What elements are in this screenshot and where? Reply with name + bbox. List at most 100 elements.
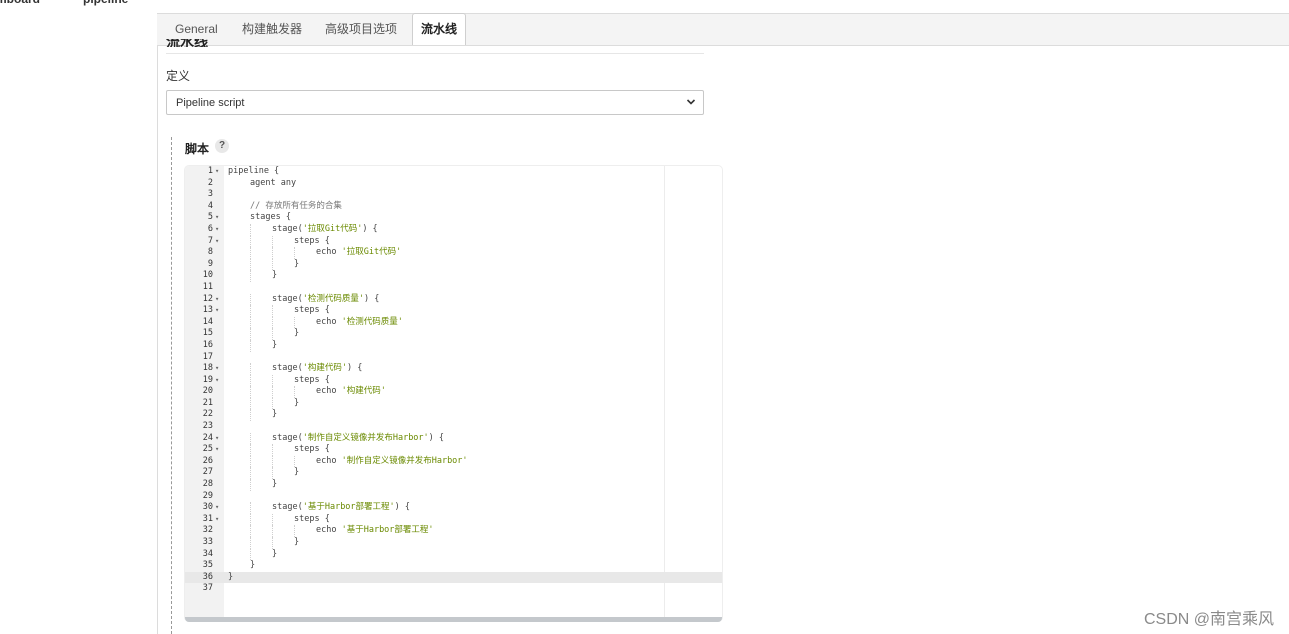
line-number: 12: [202, 293, 213, 304]
fold-toggle-icon[interactable]: ▾: [215, 212, 223, 224]
line-text: pipeline {: [228, 166, 279, 178]
code-line: 2 agent any: [185, 178, 722, 190]
code-token: echo: [316, 316, 342, 327]
fold-toggle-icon[interactable]: ▾: [215, 363, 223, 375]
line-number: 6: [207, 223, 213, 234]
help-icon[interactable]: ?: [215, 139, 229, 153]
code-line: 19 ▾ steps {: [185, 374, 722, 387]
code-line: 12 ▾ stage('检测代码质量') {: [185, 293, 722, 306]
fold-toggle-icon[interactable]: ▾: [215, 502, 223, 514]
code-token: }: [272, 339, 278, 350]
line-number: 37: [202, 583, 213, 594]
indent-guide: [250, 432, 251, 445]
breadcrumb: mboard pipeline: [0, 0, 1289, 6]
line-text: stage('拉取Git代码') {: [272, 224, 378, 236]
string-token: '基于Harbor部署工程': [341, 525, 434, 536]
indent-guide: [272, 258, 273, 271]
line-number: 10: [202, 270, 213, 281]
code-token: agent any: [250, 177, 297, 188]
fold-toggle-icon[interactable]: ▾: [215, 236, 223, 248]
indent-guide: [294, 455, 295, 468]
line-number: 20: [202, 386, 213, 397]
code-line: 11: [185, 282, 722, 294]
line-number: 3: [207, 189, 213, 200]
code-token: }: [272, 548, 278, 559]
fold-toggle-icon[interactable]: ▾: [215, 224, 223, 236]
section-title: 流水线: [166, 39, 208, 47]
line-number: 19: [202, 374, 213, 385]
line-number: 34: [202, 548, 213, 559]
code-token: ) {: [428, 432, 445, 443]
code-line: 30 ▾ stage('基于Harbor部署工程') {: [185, 502, 722, 514]
fold-toggle-icon[interactable]: ▾: [215, 166, 223, 178]
code-line: 28}: [185, 479, 722, 491]
indent-guide: [250, 397, 251, 410]
tab-build-triggers[interactable]: 构建触发器: [242, 14, 302, 45]
line-text: steps {: [294, 305, 330, 317]
line-number: 35: [202, 560, 213, 571]
code-token: echo: [316, 247, 342, 258]
indent-guide: [250, 258, 251, 271]
string-token: '制作自定义镜像并发布Harbor': [302, 432, 429, 443]
line-text: stages {: [250, 212, 291, 224]
fold-toggle-icon[interactable]: ▾: [215, 514, 223, 526]
code-line: 16}: [185, 339, 722, 352]
breadcrumb-pipeline[interactable]: pipeline: [83, 0, 128, 6]
indent-guide: [272, 247, 273, 259]
indent-guide: [272, 444, 273, 456]
line-number: 28: [202, 479, 213, 490]
indent-guide: [272, 328, 273, 340]
line-text: echo '制作自定义镜像并发布Harbor': [316, 456, 468, 468]
indent-guide: [294, 247, 295, 259]
code-line: 35}: [185, 560, 722, 572]
line-text: steps {: [294, 514, 330, 526]
code-line: 17: [185, 352, 722, 364]
code-line: 18 ▾ stage('构建代码') {: [185, 363, 722, 375]
chevron-down-icon: [686, 99, 696, 105]
line-number: 8: [207, 247, 213, 258]
code-line: 20 echo '构建代码': [185, 386, 722, 398]
editor-code-area[interactable]: 1 ▾ pipeline {2 agent any 3 4// 存放所有任务的合集 5 ▾ st…: [185, 166, 722, 595]
indent-guide: [294, 316, 295, 329]
line-text: steps {: [294, 236, 330, 248]
indent-guide: [272, 316, 273, 329]
line-number: 22: [202, 409, 213, 420]
indent-guide: [250, 479, 251, 491]
code-line: 24 ▾ stage('制作自定义镜像并发布Harbor') {: [185, 432, 722, 445]
line-number: 24: [202, 432, 213, 443]
breadcrumb-dashboard[interactable]: mboard: [0, 0, 40, 6]
fold-toggle-icon[interactable]: ▾: [215, 433, 223, 445]
code-line: 26 echo '制作自定义镜像并发布Harbor': [185, 455, 722, 468]
indent-guide: [250, 328, 251, 340]
definition-select[interactable]: Pipeline script: [166, 90, 704, 115]
line-text: }: [272, 549, 277, 561]
line-text: echo '检测代码质量': [316, 317, 403, 329]
definition-selected-value: Pipeline script: [176, 97, 245, 109]
line-text: }: [294, 467, 299, 479]
code-token: ) {: [346, 363, 363, 374]
line-text: echo '拉取Git代码': [316, 247, 401, 259]
fold-toggle-icon[interactable]: ▾: [215, 305, 223, 317]
code-token: pipeline {: [228, 166, 280, 176]
line-text: }: [250, 560, 255, 572]
script-editor[interactable]: 1 ▾ pipeline {2 agent any 3 4// 存放所有任务的合集 5 ▾ st…: [185, 166, 722, 621]
fold-toggle-icon[interactable]: ▾: [215, 375, 223, 387]
code-token: steps {: [294, 374, 330, 385]
tab-advanced-options[interactable]: 高级项目选项: [325, 14, 397, 45]
line-text: agent any: [250, 178, 296, 190]
fold-toggle-icon[interactable]: ▾: [215, 294, 223, 306]
line-number: 27: [202, 467, 213, 478]
code-line: 23: [185, 421, 722, 433]
indent-guide: [250, 386, 251, 398]
code-line: 8 echo '拉取Git代码': [185, 247, 722, 259]
fold-toggle-icon[interactable]: ▾: [215, 444, 223, 456]
indent-guide: [272, 537, 273, 549]
code-token: steps {: [294, 513, 330, 524]
tab-pipeline[interactable]: 流水线: [412, 13, 466, 45]
code-line: 32 echo '基于Harbor部署工程': [185, 525, 722, 537]
editor-horizontal-scrollbar[interactable]: [185, 617, 722, 622]
content-left-border: [157, 13, 158, 634]
code-line: 3: [185, 189, 722, 201]
line-text: }: [294, 537, 299, 549]
line-number: 31: [202, 513, 213, 524]
